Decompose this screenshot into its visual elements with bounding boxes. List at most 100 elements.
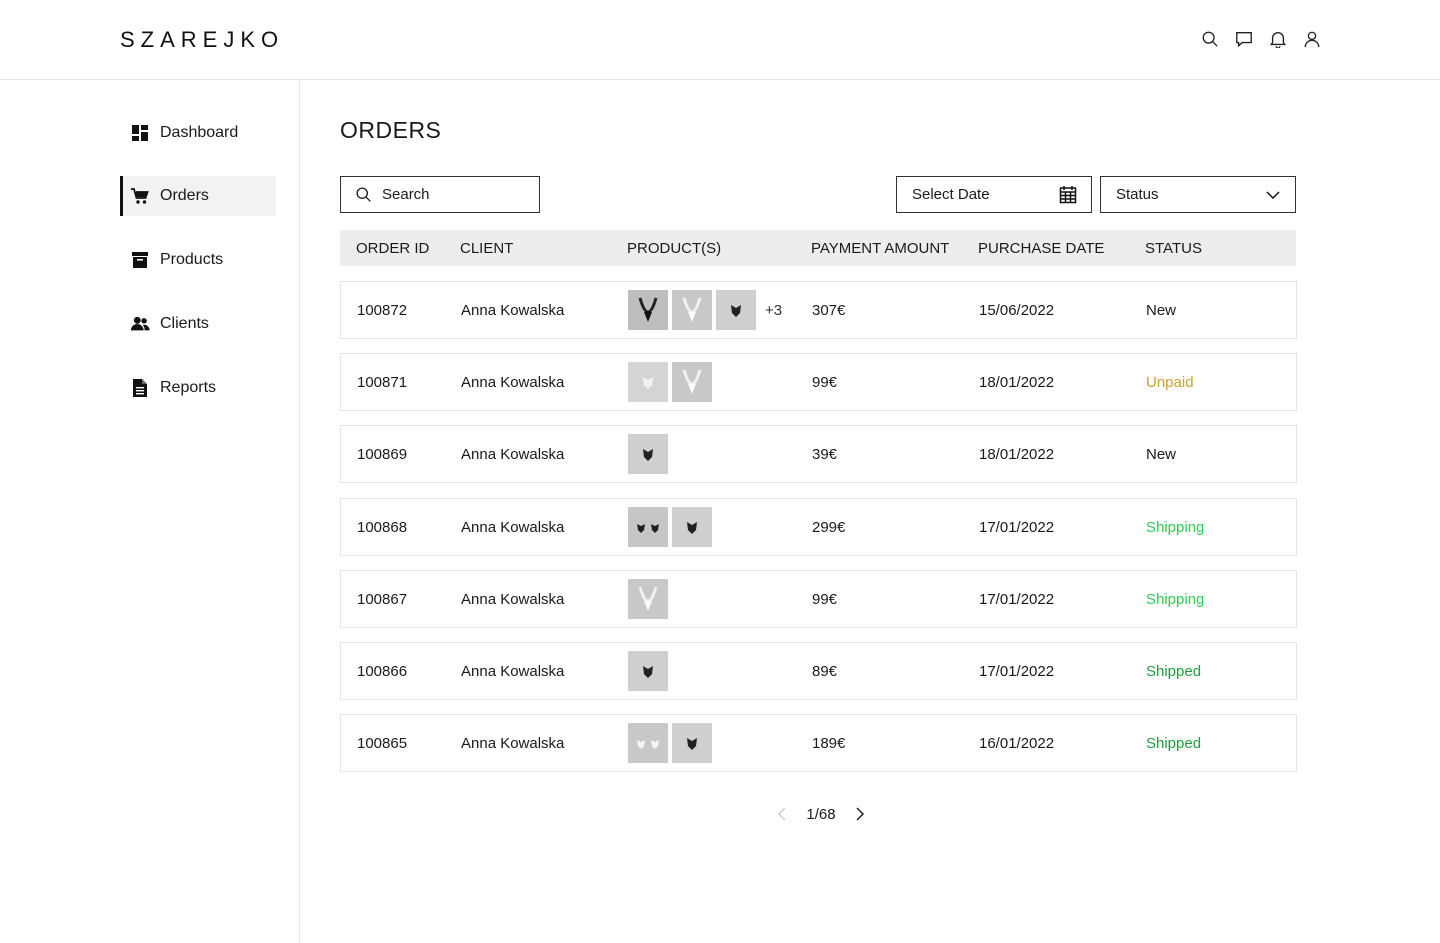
chevron-down-icon <box>1266 191 1280 200</box>
sidebar: Dashboard Orders Products Clients Report… <box>0 80 300 943</box>
order-id: 100871 <box>357 374 408 391</box>
order-id: 100868 <box>357 519 408 536</box>
box-icon <box>129 249 151 271</box>
sidebar-item-label: Reports <box>160 379 217 396</box>
column-header-client[interactable]: CLIENT <box>460 240 513 257</box>
purchase-date: 16/01/2022 <box>979 735 1055 752</box>
client-name: Anna Kowalska <box>461 519 565 536</box>
status-filter[interactable]: Status <box>1100 176 1296 213</box>
chevron-left-icon[interactable] <box>776 806 788 822</box>
search-input[interactable] <box>382 186 512 203</box>
sidebar-item-clients[interactable]: Clients <box>120 304 276 344</box>
sidebar-item-label: Orders <box>160 187 209 204</box>
search-icon[interactable] <box>1200 29 1220 49</box>
column-header-order-id[interactable]: ORDER ID <box>356 240 429 257</box>
order-id: 100867 <box>357 591 408 608</box>
order-id: 100869 <box>357 446 408 463</box>
sidebar-item-dashboard[interactable]: Dashboard <box>120 113 276 153</box>
header-actions <box>1200 29 1322 49</box>
column-header-purchase-date[interactable]: PURCHASE DATE <box>978 240 1104 257</box>
column-header-payment-amount[interactable]: PAYMENT AMOUNT <box>811 240 949 257</box>
sidebar-item-label: Clients <box>160 315 209 332</box>
status-badge: Shipped <box>1146 663 1202 680</box>
client-name: Anna Kowalska <box>461 591 565 608</box>
search-field[interactable] <box>340 176 540 213</box>
payment-amount: 189€ <box>812 735 846 752</box>
product-thumbnail-ring-dark[interactable] <box>716 290 756 330</box>
order-id: 100866 <box>357 663 408 680</box>
product-thumbnail-ring-dark[interactable] <box>628 434 668 474</box>
product-thumbnail-ring-dark[interactable] <box>672 723 712 763</box>
page-indicator: 1/68 <box>806 805 836 823</box>
bell-icon[interactable] <box>1268 29 1288 49</box>
top-header: SZAREJKO <box>0 0 1440 80</box>
product-thumbnails <box>628 651 668 691</box>
order-id: 100872 <box>357 302 408 319</box>
cart-icon <box>129 185 151 207</box>
page-title: ORDERS <box>340 117 442 143</box>
date-filter-label: Select Date <box>912 186 990 203</box>
document-icon <box>129 377 151 399</box>
purchase-date: 15/06/2022 <box>979 302 1055 319</box>
sidebar-item-label: Products <box>160 251 224 268</box>
purchase-date: 17/01/2022 <box>979 519 1055 536</box>
product-thumbnails <box>628 362 712 402</box>
status-badge: Shipped <box>1146 735 1202 752</box>
product-thumbnails: +3 <box>628 290 782 330</box>
date-filter[interactable]: Select Date <box>896 176 1092 213</box>
table-row[interactable]: 100867 Anna Kowalska 99€ 17/01/2022 Shipping <box>340 570 1297 628</box>
status-badge: Shipping <box>1146 591 1205 608</box>
user-icon[interactable] <box>1302 29 1322 49</box>
table-row[interactable]: 100869 Anna Kowalska 39€ 18/01/2022 New <box>340 425 1297 483</box>
client-name: Anna Kowalska <box>461 735 565 752</box>
product-thumbnail-necklace-light[interactable] <box>672 362 712 402</box>
product-thumbnail-necklace-dark[interactable] <box>628 290 668 330</box>
purchase-date: 18/01/2022 <box>979 374 1055 391</box>
column-header-products[interactable]: PRODUCT(S) <box>627 240 721 257</box>
product-thumbnail-necklace-light[interactable] <box>672 290 712 330</box>
purchase-date: 17/01/2022 <box>979 663 1055 680</box>
status-badge: New <box>1146 302 1177 319</box>
client-name: Anna Kowalska <box>461 663 565 680</box>
product-thumbnail-earrings-light[interactable] <box>628 723 668 763</box>
payment-amount: 89€ <box>812 663 838 680</box>
chat-icon[interactable] <box>1234 29 1254 49</box>
chevron-right-icon[interactable] <box>854 806 866 822</box>
sidebar-item-label: Dashboard <box>160 124 239 141</box>
product-thumbnails <box>628 434 668 474</box>
client-name: Anna Kowalska <box>461 374 565 391</box>
search-icon <box>356 187 371 202</box>
table-row[interactable]: 100866 Anna Kowalska 89€ 17/01/2022 Shipped <box>340 642 1297 700</box>
sidebar-item-orders[interactable]: Orders <box>120 176 276 216</box>
users-icon <box>129 313 151 335</box>
column-header-status[interactable]: STATUS <box>1145 240 1202 257</box>
table-row[interactable]: 100865 Anna Kowalska 189€ 16/01/2022 Shipped <box>340 714 1297 772</box>
payment-amount: 99€ <box>812 591 838 608</box>
status-badge: Shipping <box>1146 519 1205 536</box>
product-thumbnail-ring-light[interactable] <box>628 362 668 402</box>
product-thumbnail-earrings-dark[interactable] <box>628 507 668 547</box>
product-thumbnails <box>628 507 712 547</box>
table-row[interactable]: 100872 Anna Kowalska +3 307€ 15/06/2022 New <box>340 281 1297 339</box>
product-thumbnail-ring-dark[interactable] <box>628 651 668 691</box>
table-row[interactable]: 100871 Anna Kowalska 99€ 18/01/2022 Unpaid <box>340 353 1297 411</box>
payment-amount: 99€ <box>812 374 838 391</box>
product-thumbnails <box>628 723 712 763</box>
product-thumbnail-necklace-light[interactable] <box>628 579 668 619</box>
sidebar-item-reports[interactable]: Reports <box>120 368 276 408</box>
more-products-count[interactable]: +3 <box>765 302 782 319</box>
order-id: 100865 <box>357 735 408 752</box>
client-name: Anna Kowalska <box>461 446 565 463</box>
table-row[interactable]: 100868 Anna Kowalska 299€ 17/01/2022 Shippin… <box>340 498 1297 556</box>
table-header: ORDER ID CLIENT PRODUCT(S) PAYMENT AMOUN… <box>340 230 1296 266</box>
client-name: Anna Kowalska <box>461 302 565 319</box>
status-badge: New <box>1146 446 1177 463</box>
brand-logo[interactable]: SZAREJKO <box>120 27 284 53</box>
status-badge: Unpaid <box>1146 374 1194 391</box>
purchase-date: 18/01/2022 <box>979 446 1055 463</box>
dashboard-icon <box>129 122 151 144</box>
product-thumbnails <box>628 579 668 619</box>
sidebar-item-products[interactable]: Products <box>120 240 276 280</box>
product-thumbnail-ring-dark[interactable] <box>672 507 712 547</box>
pagination: 1/68 <box>776 803 866 825</box>
